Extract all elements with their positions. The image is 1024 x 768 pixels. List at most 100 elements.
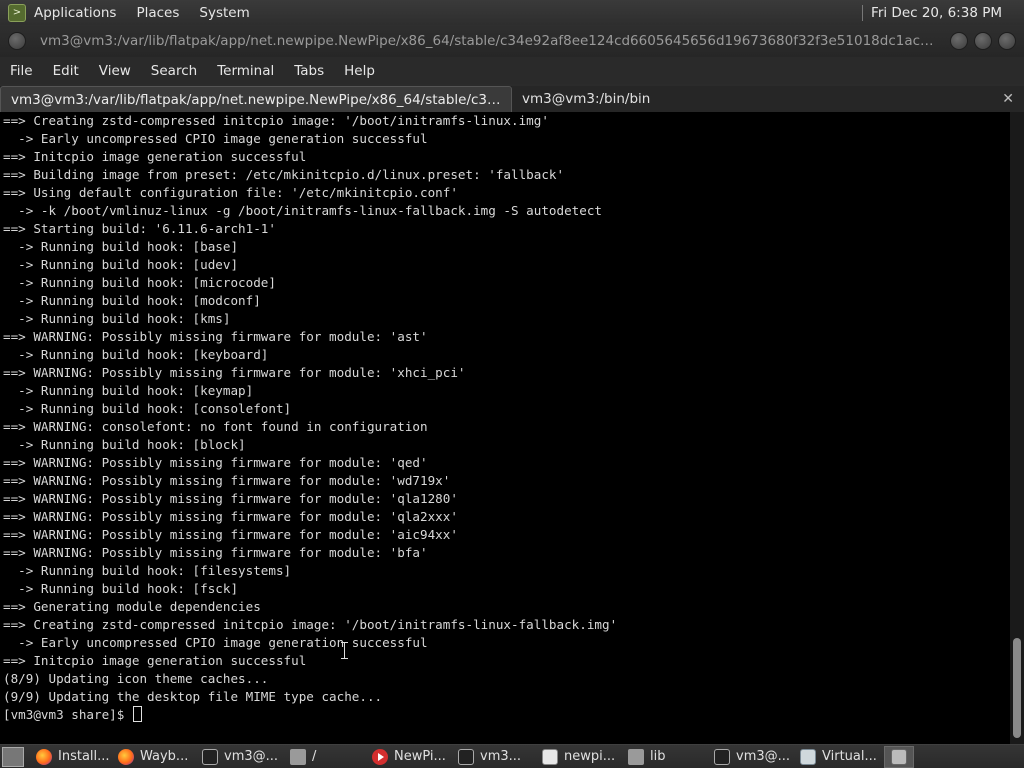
terminal-line: ==> Creating zstd-compressed initcpio im… <box>3 617 618 632</box>
task-terminal-2[interactable]: vm3... <box>454 746 536 768</box>
maximize-button[interactable] <box>974 32 992 50</box>
task-terminal-3[interactable]: vm3@... <box>710 746 794 768</box>
virtualbox-icon <box>800 748 816 765</box>
task-lib-folder[interactable]: lib <box>624 746 708 768</box>
terminal-line: ==> WARNING: Possibly missing firmware f… <box>3 527 458 542</box>
terminal-line: ==> WARNING: Possibly missing firmware f… <box>3 473 451 488</box>
task-desktop-switcher[interactable] <box>884 745 914 768</box>
terminal-line: ==> WARNING: Possibly missing firmware f… <box>3 329 428 344</box>
terminal-prompt-line[interactable]: [vm3@vm3 share]$ <box>3 706 1010 724</box>
terminal-line: -> Early uncompressed CPIO image generat… <box>3 635 428 650</box>
top-panel: > Applications Places System Fri Dec 20,… <box>0 0 1024 25</box>
terminal-line: ==> WARNING: Possibly missing firmware f… <box>3 491 458 506</box>
task-virtualbox[interactable]: Virtual... <box>796 746 882 768</box>
folder-icon <box>290 748 306 765</box>
task-label: Virtual... <box>822 749 877 764</box>
menu-terminal[interactable]: Terminal <box>217 63 274 79</box>
window-title: vm3@vm3:/var/lib/flatpak/app/net.newpipe… <box>40 33 940 49</box>
terminal-line: ==> Initcpio image generation successful <box>3 653 307 668</box>
menu-places[interactable]: Places <box>136 5 179 21</box>
tab-label: vm3@vm3:/bin/bin <box>522 91 651 107</box>
terminal-line: -> Running build hook: [udev] <box>3 257 239 272</box>
terminal-line: -> Running build hook: [consolefont] <box>3 401 292 416</box>
menu-system[interactable]: System <box>199 5 249 21</box>
terminal-line: ==> Using default configuration file: '/… <box>3 185 458 200</box>
task-label: Wayb... <box>140 749 189 764</box>
terminal-line: ==> Building image from preset: /etc/mki… <box>3 167 565 182</box>
minimize-button[interactable] <box>950 32 968 50</box>
text-cursor <box>132 706 142 722</box>
terminal-icon <box>714 748 730 765</box>
terminal-line: -> Running build hook: [base] <box>3 239 239 254</box>
terminal-line: -> Running build hook: [microcode] <box>3 275 276 290</box>
terminal-line: -> Running build hook: [keyboard] <box>3 347 269 362</box>
scrollbar-thumb[interactable] <box>1013 638 1021 738</box>
newpipe-icon <box>372 748 388 765</box>
tab-bin[interactable]: vm3@vm3:/bin/bin ✕ <box>512 86 1024 112</box>
terminal-line: ==> Generating module dependencies <box>3 599 261 614</box>
terminal-scrollbar[interactable] <box>1010 112 1024 744</box>
show-desktop-icon[interactable] <box>2 746 24 767</box>
close-button[interactable] <box>998 32 1016 50</box>
terminal-line: ==> WARNING: consolefont: no font found … <box>3 419 428 434</box>
bottom-taskbar: Install... Wayb... vm3@... / NewPi... vm… <box>0 744 1024 768</box>
terminal-line: ==> Starting build: '6.11.6-arch1-1' <box>3 221 276 236</box>
terminal-line: -> Running build hook: [fsck] <box>3 581 239 596</box>
terminal-line: -> Running build hook: [modconf] <box>3 293 261 308</box>
terminal-line: -> Early uncompressed CPIO image generat… <box>3 131 428 146</box>
task-terminal-1[interactable]: vm3@... <box>198 746 284 768</box>
clock[interactable]: Fri Dec 20, 6:38 PM <box>871 5 1002 21</box>
terminal-line: ==> WARNING: Possibly missing firmware f… <box>3 455 428 470</box>
task-label: / <box>312 749 317 764</box>
terminal-line: ==> WARNING: Possibly missing firmware f… <box>3 545 428 560</box>
terminal-line: -> Running build hook: [block] <box>3 437 246 452</box>
terminal-output[interactable]: ==> Creating zstd-compressed initcpio im… <box>0 112 1010 744</box>
tab-bar: vm3@vm3:/var/lib/flatpak/app/net.newpipe… <box>0 86 1024 112</box>
task-label: NewPi... <box>394 749 446 764</box>
terminal-app-icon[interactable]: > <box>8 3 26 22</box>
terminal-line: ==> WARNING: Possibly missing firmware f… <box>3 365 466 380</box>
window-menu-button[interactable] <box>8 32 26 50</box>
terminal-line: ==> Initcpio image generation successful <box>3 149 307 164</box>
window-titlebar[interactable]: vm3@vm3:/var/lib/flatpak/app/net.newpipe… <box>0 25 1024 57</box>
text-editor-icon <box>542 748 558 765</box>
terminal-line: -> -k /boot/vmlinuz-linux -g /boot/initr… <box>3 203 602 218</box>
terminal-line: -> Running build hook: [filesystems] <box>3 563 292 578</box>
task-root-folder[interactable]: / <box>286 746 366 768</box>
terminal-line: (8/9) Updating icon theme caches... <box>3 671 269 686</box>
menu-file[interactable]: File <box>10 63 33 79</box>
firefox-icon <box>36 748 52 765</box>
desktop-icon <box>891 748 907 765</box>
task-label: vm3... <box>480 749 522 764</box>
task-label: lib <box>650 749 666 764</box>
menu-applications[interactable]: Applications <box>34 5 116 21</box>
terminal-line: ==> WARNING: Possibly missing firmware f… <box>3 509 458 524</box>
terminal-line: (9/9) Updating the desktop file MIME typ… <box>3 689 383 704</box>
close-tab-icon[interactable]: ✕ <box>1002 91 1014 107</box>
menubar: File Edit View Search Terminal Tabs Help <box>0 57 1024 84</box>
task-newpipe[interactable]: NewPi... <box>368 746 452 768</box>
folder-icon <box>628 748 644 765</box>
tab-newpipe-dir[interactable]: vm3@vm3:/var/lib/flatpak/app/net.newpipe… <box>0 86 512 112</box>
terminal-line: -> Running build hook: [kms] <box>3 311 231 326</box>
tab-label: vm3@vm3:/var/lib/flatpak/app/net.newpipe… <box>11 91 501 108</box>
menu-help[interactable]: Help <box>344 63 375 79</box>
task-label: newpi... <box>564 749 616 764</box>
terminal-line: -> Running build hook: [keymap] <box>3 383 254 398</box>
menu-edit[interactable]: Edit <box>53 63 79 79</box>
menu-view[interactable]: View <box>99 63 131 79</box>
task-label: vm3@... <box>224 749 279 764</box>
panel-separator <box>862 4 864 21</box>
terminal-icon <box>202 748 218 765</box>
task-label: Install... <box>58 749 110 764</box>
menu-search[interactable]: Search <box>151 63 197 79</box>
task-editor[interactable]: newpi... <box>538 746 622 768</box>
terminal-icon <box>458 748 474 765</box>
firefox-icon <box>118 748 134 765</box>
menu-tabs[interactable]: Tabs <box>294 63 324 79</box>
terminal-line: ==> Creating zstd-compressed initcpio im… <box>3 113 549 128</box>
task-label: vm3@... <box>736 749 791 764</box>
task-wayback[interactable]: Wayb... <box>114 746 196 768</box>
shell-prompt: [vm3@vm3 share]$ <box>3 707 132 722</box>
task-install[interactable]: Install... <box>32 746 112 768</box>
